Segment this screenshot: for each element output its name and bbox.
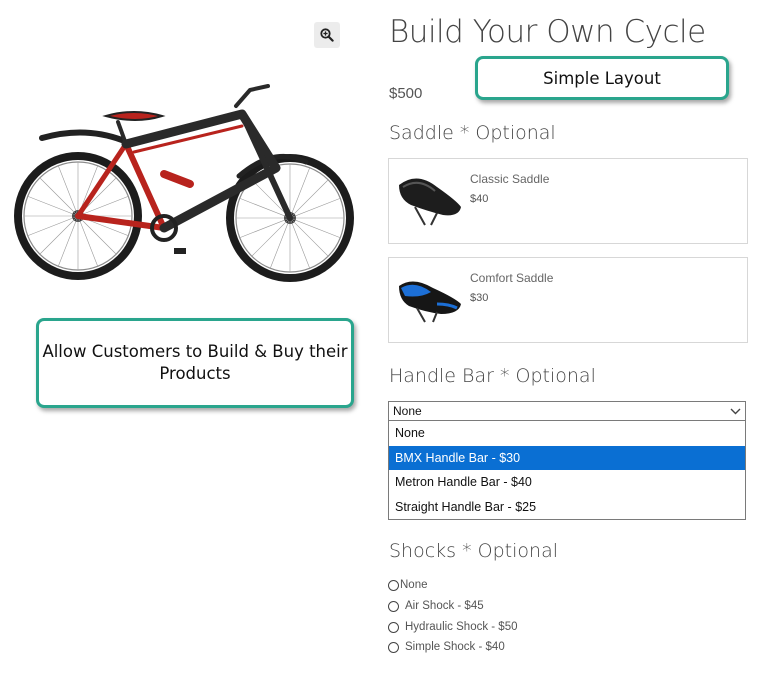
saddle-option-classic[interactable]: Classic Saddle $40 xyxy=(388,158,748,244)
dropdown-option-bmx[interactable]: BMX Handle Bar - $30 xyxy=(389,445,745,470)
dropdown-option-metron[interactable]: Metron Handle Bar - $40 xyxy=(389,470,745,495)
product-image-bicycle[interactable] xyxy=(14,66,356,282)
zoom-button[interactable] xyxy=(314,22,340,48)
shock-option-simple[interactable]: Simple Shock - $40 xyxy=(388,641,505,653)
radio-button[interactable] xyxy=(388,579,399,591)
saddle-option-name: Comfort Saddle xyxy=(470,271,554,285)
shock-option-label: Air Shock - $45 xyxy=(405,600,484,612)
radio-button[interactable] xyxy=(388,641,399,653)
saddle-option-name: Classic Saddle xyxy=(470,172,550,186)
comfort-saddle-image xyxy=(399,281,461,323)
shock-option-label: Simple Shock - $40 xyxy=(405,641,505,653)
zoom-in-icon xyxy=(320,28,334,42)
handlebar-select[interactable]: None xyxy=(388,401,746,421)
shock-option-none[interactable]: None xyxy=(388,579,428,591)
product-title: Build Your Own Cycle xyxy=(389,14,706,50)
radio-button[interactable] xyxy=(388,600,399,612)
callout-build-and-buy: Allow Customers to Build & Buy their Pro… xyxy=(36,318,354,408)
saddle-option-comfort[interactable]: Comfort Saddle $30 xyxy=(388,257,748,343)
saddle-option-price: $30 xyxy=(470,292,489,304)
radio-button[interactable] xyxy=(388,621,399,633)
callout-build-and-buy-text: Allow Customers to Build & Buy their Pro… xyxy=(42,342,348,383)
saddle-option-price: $40 xyxy=(470,193,489,205)
classic-saddle-image xyxy=(399,178,461,226)
handlebar-heading: Handle Bar * Optional xyxy=(389,365,596,387)
shock-option-hydraulic[interactable]: Hydraulic Shock - $50 xyxy=(388,621,518,633)
shock-option-label: Hydraulic Shock - $50 xyxy=(405,621,518,633)
shock-option-label: None xyxy=(400,579,428,591)
shocks-heading: Shocks * Optional xyxy=(389,540,558,562)
dropdown-option-none[interactable]: None xyxy=(389,421,745,446)
callout-simple-layout-text: Simple Layout xyxy=(543,68,661,88)
callout-simple-layout: Simple Layout xyxy=(475,56,729,100)
product-price: $500 xyxy=(389,85,423,102)
dropdown-option-straight[interactable]: Straight Handle Bar - $25 xyxy=(389,495,745,520)
handlebar-select-value: None xyxy=(393,404,422,418)
handlebar-dropdown-list: None BMX Handle Bar - $30 Metron Handle … xyxy=(388,421,746,520)
saddle-heading: Saddle * Optional xyxy=(389,122,556,144)
shock-option-air[interactable]: Air Shock - $45 xyxy=(388,600,484,612)
